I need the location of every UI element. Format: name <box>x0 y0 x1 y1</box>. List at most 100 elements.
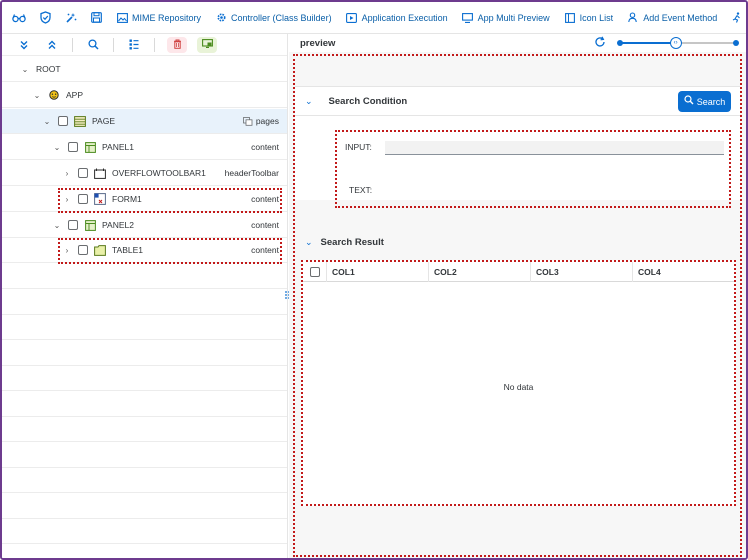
input-field[interactable] <box>385 141 724 155</box>
copy-icon <box>242 116 253 126</box>
tree-node-overflowtoolbar1[interactable]: › OVERFLOWTOOLBAR1 headerToolbar <box>2 161 287 187</box>
select-all-cell <box>303 261 327 282</box>
chevron-down-icon[interactable]: ⌄ <box>305 237 313 248</box>
tree-node-form1[interactable]: › FORM1 content <box>2 187 287 213</box>
column-header[interactable]: COL1 <box>327 261 429 282</box>
chevron-down-icon[interactable]: ⌄ <box>305 96 313 107</box>
expand-all-icon[interactable] <box>16 37 32 53</box>
tree-node-label: PAGE <box>92 116 115 127</box>
tree-node-app[interactable]: ⌄ APP <box>2 83 287 109</box>
table-header: COL1 COL2 COL3 COL4 <box>303 261 734 282</box>
panel-icon <box>84 219 96 231</box>
tree-node-panel2[interactable]: ⌄ PANEL2 content <box>2 213 287 239</box>
select-all-checkbox[interactable] <box>309 266 320 277</box>
tree-node-root[interactable]: ⌄ ROOT <box>2 57 287 83</box>
aggregation-text: content <box>251 142 279 153</box>
multi-preview-icon <box>462 12 474 24</box>
chevron-right-icon[interactable]: › <box>62 169 72 178</box>
aggregation-label: content <box>251 142 279 152</box>
empty-row <box>2 443 287 469</box>
tree-node-table1[interactable]: › TABLE1 content <box>2 238 287 264</box>
aggregation-text: content <box>251 245 279 256</box>
shield-icon[interactable] <box>40 11 51 25</box>
tree-toolbar <box>2 34 287 56</box>
node-checkbox[interactable] <box>78 194 88 205</box>
node-checkbox[interactable] <box>68 220 78 231</box>
slider-max-dot <box>733 40 739 46</box>
tree-icon[interactable] <box>126 37 142 53</box>
chevron-right-icon[interactable]: › <box>62 246 72 255</box>
tree-node-label: APP <box>66 90 84 101</box>
chevron-down-icon[interactable]: ⌄ <box>52 221 62 230</box>
toolbar-separator <box>72 37 73 52</box>
chevron-right-icon[interactable]: › <box>62 195 72 204</box>
glasses-icon[interactable] <box>12 11 26 25</box>
add-event-method-button[interactable]: Add Event Method <box>627 12 717 24</box>
app-multi-preview-button[interactable]: App Multi Preview <box>462 12 550 24</box>
preview-panel: preview ‹› ⌄ Search Condition Search INP… <box>289 34 746 558</box>
node-checkbox[interactable] <box>58 116 68 127</box>
form-icon <box>94 193 106 206</box>
search-condition-title: Search Condition <box>328 95 408 107</box>
empty-row <box>2 519 287 545</box>
image-icon <box>116 12 128 24</box>
collapse-all-icon[interactable] <box>44 37 60 53</box>
run-icon <box>731 12 743 24</box>
tree-node-label: OVERFLOWTOOLBAR1 <box>112 168 206 179</box>
slider-handle[interactable]: ‹› <box>669 37 682 49</box>
play-window-icon <box>346 12 358 24</box>
empty-row <box>2 494 287 520</box>
search-button[interactable]: Search <box>678 91 731 112</box>
icon-list-button[interactable]: Icon List <box>564 12 614 24</box>
aggregation-label: content <box>251 220 279 230</box>
tree-node-panel1[interactable]: ⌄ PANEL1 content <box>2 135 287 161</box>
toolbar-separator <box>113 37 114 52</box>
application-execution-button[interactable]: Application Execution <box>346 12 448 24</box>
search-condition-header[interactable]: ⌄ Search Condition Search <box>295 86 740 116</box>
empty-row <box>2 341 287 367</box>
icon-list-label: Icon List <box>579 12 614 23</box>
application-execution-label: Application Execution <box>361 12 448 23</box>
search-icon[interactable] <box>85 37 101 53</box>
chevron-down-icon[interactable]: ⌄ <box>20 65 30 74</box>
preview-button[interactable] <box>197 36 217 53</box>
aggregation-text: content <box>251 220 279 231</box>
save-icon[interactable] <box>91 11 102 25</box>
refresh-icon[interactable] <box>594 36 606 51</box>
column-header[interactable]: COL2 <box>429 261 531 282</box>
controller-class-builder-label: Controller (Class Builder) <box>231 12 332 23</box>
node-checkbox[interactable] <box>78 245 88 256</box>
chevron-down-icon[interactable]: ⌄ <box>52 143 62 152</box>
input-label: INPUT: <box>345 142 372 152</box>
text-label: TEXT: <box>349 185 373 195</box>
slider-fill <box>619 42 676 44</box>
preview-header: preview ‹› <box>289 34 746 52</box>
column-header[interactable]: COL3 <box>531 261 633 282</box>
list-icon <box>564 12 576 24</box>
column-header[interactable]: COL4 <box>633 262 734 282</box>
mime-repository-button[interactable]: MIME Repository <box>116 12 201 24</box>
empty-row <box>2 468 287 494</box>
node-checkbox[interactable] <box>78 168 88 179</box>
app-multi-preview-label: App Multi Preview <box>477 12 550 23</box>
tree-node-label: ROOT <box>36 64 61 75</box>
tree-node-label: FORM1 <box>112 194 142 205</box>
magic-icon[interactable] <box>65 11 77 25</box>
tree-node-page[interactable]: ⌄ PAGE pages <box>2 109 287 135</box>
run-button[interactable]: Ru <box>731 12 746 24</box>
table-icon <box>94 244 106 256</box>
gear-icon <box>215 12 227 24</box>
node-checkbox[interactable] <box>68 142 78 153</box>
search-condition-content: INPUT: TEXT: <box>295 116 740 208</box>
main-toolbar: MIME Repository Controller (Class Builde… <box>2 2 746 34</box>
preview-canvas: ⌄ Search Condition Search INPUT: TEXT: ⌄… <box>293 54 742 557</box>
delete-button[interactable] <box>167 36 187 53</box>
zoom-slider[interactable]: ‹› <box>617 37 739 49</box>
search-button-label: Search <box>696 96 726 107</box>
chevron-down-icon[interactable]: ⌄ <box>32 91 42 100</box>
controller-class-builder-button[interactable]: Controller (Class Builder) <box>215 12 332 24</box>
chevron-down-icon[interactable]: ⌄ <box>42 117 52 126</box>
search-result-title: Search Result <box>320 236 384 248</box>
app-icon <box>48 89 60 101</box>
search-result-header[interactable]: ⌄ Search Result <box>295 230 740 254</box>
